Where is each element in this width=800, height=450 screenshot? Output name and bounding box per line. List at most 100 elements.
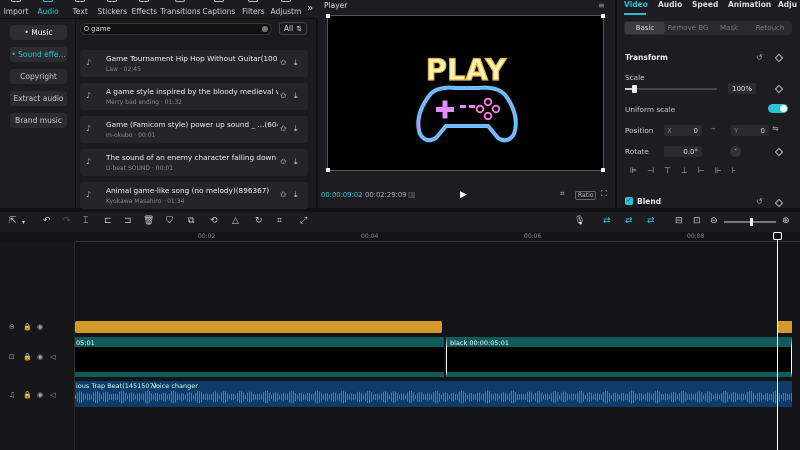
lock-icon[interactable]: 🔒 bbox=[23, 353, 32, 361]
tab-speed[interactable]: Speed bbox=[692, 0, 718, 9]
scale-value[interactable]: 100% bbox=[728, 83, 756, 94]
favorite-icon[interactable]: ✩ bbox=[280, 124, 290, 134]
category-copyright[interactable]: Copyright bbox=[10, 69, 67, 84]
split-screen-icon[interactable]: ⊟ bbox=[675, 216, 683, 226]
chevron-down-icon[interactable]: ▾ bbox=[22, 219, 25, 226]
speaker-icon[interactable]: ◁ bbox=[50, 353, 55, 361]
lock-icon[interactable]: 🔒 bbox=[23, 323, 32, 331]
lock-icon[interactable]: 🔒 bbox=[23, 391, 32, 399]
zoom-in-icon[interactable]: ⊕ bbox=[782, 216, 790, 226]
flip-icon[interactable]: ⇋ bbox=[772, 124, 779, 133]
download-icon[interactable]: ⤓ bbox=[294, 124, 304, 134]
playhead-handle[interactable] bbox=[773, 232, 782, 240]
rotate-icon[interactable]: ↻ bbox=[255, 216, 263, 226]
subtab-basic[interactable]: Basic bbox=[625, 22, 665, 34]
favorite-icon[interactable]: ✩ bbox=[280, 58, 290, 68]
reset-icon[interactable]: ↺ bbox=[756, 53, 763, 62]
mirror-icon[interactable]: △ bbox=[232, 216, 239, 226]
category-extract-audio[interactable]: Extract audio bbox=[10, 91, 67, 106]
tab-import[interactable]: Import bbox=[0, 0, 32, 18]
preview-axis-icon[interactable]: ⇄ bbox=[647, 216, 655, 226]
magnet-icon[interactable]: ⇄ bbox=[625, 216, 633, 226]
tab-animation[interactable]: Animation bbox=[728, 0, 771, 9]
favorite-icon[interactable]: ✩ bbox=[280, 157, 290, 167]
tab-captions[interactable]: Captions bbox=[200, 0, 237, 18]
split-right-icon[interactable]: ⊐ bbox=[124, 216, 132, 226]
search-input[interactable]: game bbox=[80, 23, 272, 35]
crop-icon[interactable]: ⌗ bbox=[560, 189, 565, 199]
zoom-slider-handle[interactable] bbox=[750, 218, 753, 226]
tab-effects[interactable]: Effects bbox=[128, 0, 160, 18]
speaker-icon[interactable]: ◁ bbox=[50, 391, 55, 399]
tab-adjustment[interactable]: Adjustm bbox=[269, 0, 302, 18]
list-item[interactable]: ♪ A game style inspired by the bloody me… bbox=[80, 83, 308, 110]
list-item[interactable]: ♪ Game (Famicom style) power up sound _ … bbox=[80, 116, 308, 143]
favorite-icon[interactable]: ✩ bbox=[280, 190, 290, 200]
tab-text[interactable]: Text bbox=[64, 0, 96, 18]
video-clip[interactable] bbox=[75, 337, 444, 377]
link-clips-icon[interactable]: ⇄ bbox=[603, 216, 611, 226]
blend-heading[interactable]: Blend bbox=[637, 197, 661, 206]
download-icon[interactable]: ⤓ bbox=[294, 157, 304, 167]
download-icon[interactable]: ⤓ bbox=[294, 91, 304, 101]
select-tool-icon[interactable]: ⇱ bbox=[9, 216, 17, 226]
fullscreen-icon[interactable]: ⛶ bbox=[601, 189, 607, 199]
marker-icon[interactable]: ⛉ bbox=[166, 216, 173, 226]
tab-audio[interactable]: Audio bbox=[32, 0, 64, 18]
position-x-input[interactable]: X0 bbox=[664, 125, 702, 136]
scale-slider[interactable] bbox=[625, 85, 717, 93]
tab-adjust[interactable]: Adju bbox=[778, 0, 797, 9]
effect-clip[interactable] bbox=[778, 321, 792, 333]
menu-icon[interactable]: ≡ bbox=[598, 1, 605, 10]
play-button[interactable]: ▶ bbox=[460, 190, 470, 200]
redo-icon[interactable]: ↷ bbox=[63, 216, 71, 226]
rotate-dial-icon[interactable]: - bbox=[730, 146, 741, 157]
subtab-retouch[interactable]: Retouch bbox=[750, 22, 790, 34]
preview-canvas[interactable]: PLAY bbox=[326, 14, 605, 172]
eye-icon[interactable]: ◉ bbox=[37, 391, 43, 399]
tab-video[interactable]: Video bbox=[624, 0, 648, 9]
zoom-slider[interactable] bbox=[724, 218, 776, 226]
fit-icon[interactable]: ⊡ bbox=[693, 216, 701, 226]
effect-clip[interactable] bbox=[75, 321, 442, 333]
category-music[interactable]: • Music bbox=[10, 25, 67, 40]
uniform-scale-toggle[interactable] bbox=[768, 104, 788, 113]
reset-icon[interactable]: ↺ bbox=[756, 197, 763, 206]
microphone-icon[interactable]: 🎙 bbox=[574, 216, 585, 226]
category-brand-music[interactable]: Brand music bbox=[10, 113, 67, 128]
scale-slider-handle[interactable] bbox=[632, 85, 638, 93]
list-item[interactable]: ♪ Animal game-like song (no melody)(8963… bbox=[80, 182, 308, 209]
clear-icon[interactable] bbox=[262, 26, 268, 32]
rotate-input[interactable]: 0.0° bbox=[664, 146, 702, 157]
split-icon[interactable]: ⌶ bbox=[83, 216, 88, 226]
tab-filters[interactable]: Filters bbox=[237, 0, 269, 18]
tab-audio-props[interactable]: Audio bbox=[658, 0, 682, 9]
eye-icon[interactable]: ◉ bbox=[37, 353, 43, 361]
playhead[interactable] bbox=[777, 232, 778, 450]
eye-icon[interactable]: ◉ bbox=[37, 323, 43, 331]
subtab-mask[interactable]: Mask bbox=[712, 22, 746, 34]
tab-transitions[interactable]: Transitions bbox=[160, 0, 200, 18]
download-icon[interactable]: ⤓ bbox=[294, 190, 304, 200]
more-tabs-button[interactable]: » bbox=[302, 0, 318, 18]
reverse-icon[interactable]: ⟲ bbox=[210, 216, 218, 226]
zoom-out-icon[interactable]: ⊖ bbox=[710, 216, 718, 226]
list-item[interactable]: ♪ Game Tournament Hip Hop Without Guitar… bbox=[80, 50, 308, 77]
freeze-icon[interactable]: ⧉ bbox=[188, 216, 194, 226]
list-item[interactable]: ♪ The sound of an enemy character fallin… bbox=[80, 149, 308, 176]
undo-icon[interactable]: ↶ bbox=[43, 216, 51, 226]
position-y-input[interactable]: Y0 bbox=[731, 125, 769, 136]
blend-checkbox[interactable]: ✓ bbox=[625, 197, 633, 205]
split-left-icon[interactable]: ⊏ bbox=[104, 216, 112, 226]
filter-button[interactable]: All ⇅ bbox=[279, 22, 307, 35]
tab-stickers[interactable]: Stickers bbox=[96, 0, 128, 18]
transform-heading[interactable]: Transform bbox=[625, 53, 668, 62]
resize-icon[interactable]: ⤢ bbox=[300, 216, 307, 226]
link-icon[interactable]: ⌁ bbox=[711, 124, 716, 133]
align-buttons[interactable]: ⊫⊣⊤⊥⊢⊩⊦ bbox=[630, 166, 746, 175]
category-sound-effects[interactable]: • Sound effe... bbox=[10, 47, 67, 62]
ratio-button[interactable]: Ratio bbox=[575, 191, 597, 200]
crop-tool-icon[interactable]: ⌗ bbox=[277, 216, 282, 226]
timeline-grid-icon[interactable]: ▥ bbox=[408, 190, 416, 199]
favorite-icon[interactable]: ✩ bbox=[280, 91, 290, 101]
